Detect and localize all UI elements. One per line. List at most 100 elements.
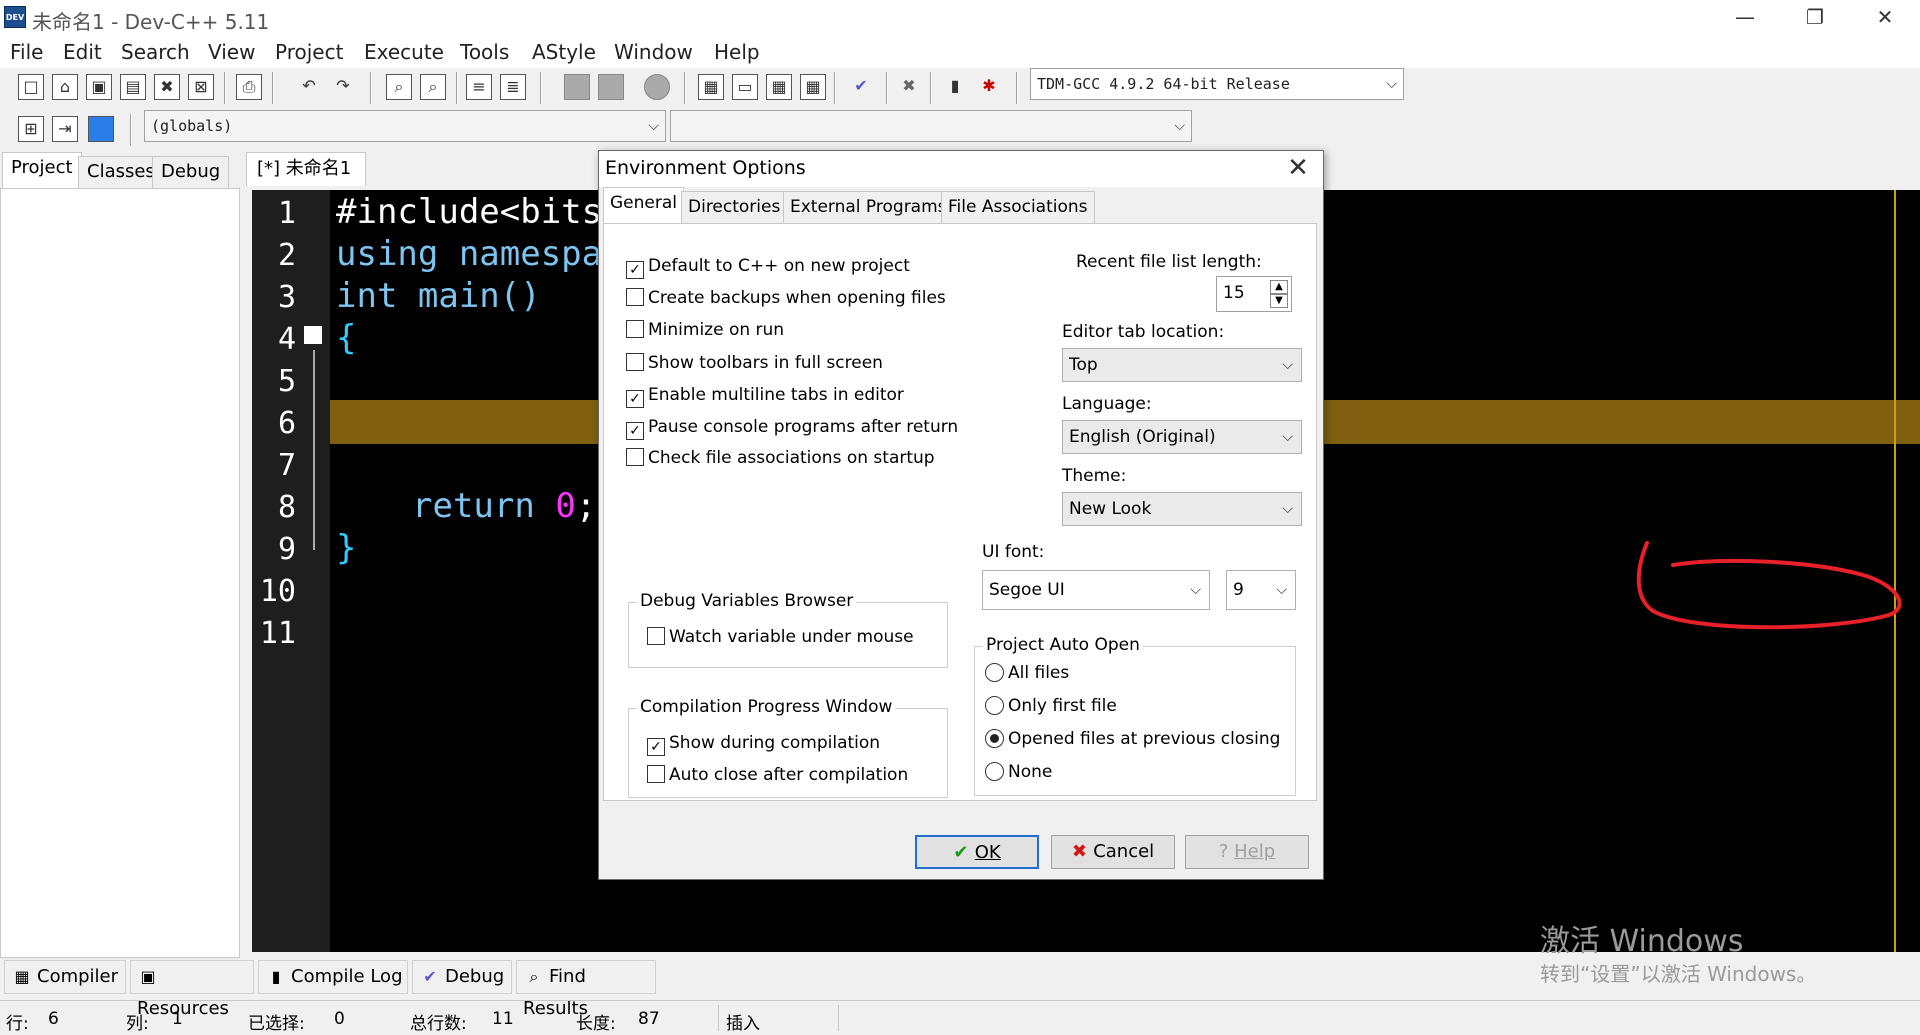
- insert-icon[interactable]: ⊞: [18, 116, 44, 142]
- dialog-close-icon[interactable]: ✕: [1283, 151, 1313, 187]
- tab-classes[interactable]: Classes: [78, 156, 164, 188]
- editor-tab[interactable]: [*] 未命名1: [246, 152, 366, 186]
- rebuild-icon[interactable]: ▦: [800, 74, 826, 100]
- checkbox-label: Watch variable under mouse: [669, 627, 914, 647]
- fold-toggle-icon[interactable]: [304, 326, 322, 344]
- auto-open-none-radio[interactable]: None: [985, 760, 1052, 786]
- toggle-bookmark-icon[interactable]: ⇥: [52, 116, 78, 142]
- menu-project[interactable]: Project: [275, 40, 343, 64]
- minimize-button[interactable]: —: [1710, 0, 1780, 36]
- help-button[interactable]: ? Help: [1185, 835, 1309, 869]
- compile-run-icon[interactable]: ▦: [766, 74, 792, 100]
- show-toolbars-checkbox[interactable]: Show toolbars in full screen: [626, 351, 883, 377]
- cross-icon: ✖: [1071, 841, 1094, 862]
- check-associations-checkbox[interactable]: Check file associations on startup: [626, 446, 935, 472]
- tab-find-results[interactable]: ⌕ Find Results: [516, 960, 656, 1019]
- menu-edit[interactable]: Edit: [63, 40, 102, 64]
- show-during-compilation-checkbox[interactable]: ✓ Show during compilation: [647, 731, 880, 757]
- open-file-icon[interactable]: ⌂: [52, 74, 78, 100]
- menu-help[interactable]: Help: [714, 40, 760, 64]
- stop-icon[interactable]: ✖: [896, 74, 922, 100]
- theme-select[interactable]: New Look ⌵: [1062, 492, 1302, 526]
- recent-list-spinner[interactable]: 15 ▲ ▼: [1216, 276, 1292, 312]
- spin-up-icon[interactable]: ▲: [1270, 280, 1288, 294]
- check-syntax-icon[interactable]: ✔: [848, 74, 874, 100]
- menu-view[interactable]: View: [208, 40, 255, 64]
- save-icon[interactable]: ▣: [86, 74, 112, 100]
- compiler-select[interactable]: TDM-GCC 4.9.2 64-bit Release ⌵: [1030, 68, 1404, 100]
- save-all-icon[interactable]: ▤: [120, 74, 146, 100]
- new-file-icon[interactable]: □: [18, 74, 44, 100]
- status-bar: 行: 6 列: 1 已选择: 0 总行数: 11 长度: 87 插入: [0, 1000, 1920, 1035]
- close-button[interactable]: ✕: [1850, 0, 1920, 36]
- run-icon[interactable]: ▭: [732, 74, 758, 100]
- find-icon[interactable]: ⌕: [386, 74, 412, 100]
- line-number: 3: [277, 280, 296, 315]
- auto-open-all-radio[interactable]: All files: [985, 661, 1069, 687]
- spin-down-icon[interactable]: ▼: [1270, 294, 1288, 308]
- tab-resources[interactable]: ▣Resources: [130, 960, 254, 1019]
- restore-button[interactable]: ❐: [1780, 0, 1850, 36]
- compile-icon[interactable]: ▦: [698, 74, 724, 100]
- goto-bookmark-icon[interactable]: [88, 116, 114, 142]
- multiline-tabs-checkbox[interactable]: ✓ Enable multiline tabs in editor: [626, 383, 904, 409]
- project-browser[interactable]: [0, 188, 240, 958]
- tab-project[interactable]: Project: [2, 152, 82, 188]
- tab-compiler[interactable]: ▦ Compiler: [4, 960, 126, 994]
- scope-select[interactable]: (globals) ⌵: [144, 110, 666, 142]
- number-literal: 0: [555, 486, 576, 526]
- col-label: 列:: [126, 1014, 149, 1034]
- watch-variable-checkbox[interactable]: Watch variable under mouse: [647, 625, 914, 651]
- checkbox-checked-icon: ✓: [626, 261, 644, 279]
- cancel-button[interactable]: ✖ Cancel: [1051, 835, 1175, 869]
- auto-open-previous-radio[interactable]: Opened files at previous closing: [985, 727, 1280, 753]
- menu-file[interactable]: File: [10, 40, 43, 64]
- goto-forward-icon[interactable]: [598, 74, 624, 100]
- tab-label: Compile Log: [291, 966, 403, 987]
- indent-icon[interactable]: ≡: [466, 74, 492, 100]
- menu-execute[interactable]: Execute: [364, 40, 444, 64]
- language-select[interactable]: English (Original) ⌵: [1062, 420, 1302, 454]
- close-file-icon[interactable]: ✖: [154, 74, 180, 100]
- profile-icon[interactable]: ▮: [942, 74, 968, 100]
- default-cpp-checkbox[interactable]: ✓ Default to C++ on new project: [626, 254, 910, 280]
- close-all-icon[interactable]: ⊠: [188, 74, 214, 100]
- tab-general[interactable]: General: [603, 187, 684, 225]
- tab-external-programs[interactable]: External Programs: [783, 191, 954, 223]
- ok-button[interactable]: ✔ OK: [915, 835, 1039, 869]
- tab-directories[interactable]: Directories: [681, 191, 788, 223]
- print-icon[interactable]: ⎙: [236, 74, 262, 100]
- menu-tools[interactable]: Tools: [460, 40, 509, 64]
- menu-astyle[interactable]: AStyle: [532, 40, 596, 64]
- minimize-on-run-checkbox[interactable]: Minimize on run: [626, 318, 784, 344]
- radio-label: Opened files at previous closing: [1008, 729, 1281, 749]
- create-backups-checkbox[interactable]: Create backups when opening files: [626, 286, 946, 312]
- pause-console-checkbox[interactable]: ✓ Pause console programs after return: [626, 415, 958, 441]
- function-select[interactable]: ⌵: [670, 110, 1192, 142]
- replace-icon[interactable]: ⌕: [420, 74, 446, 100]
- bookmark-icon[interactable]: [644, 74, 670, 100]
- tab-file-associations[interactable]: File Associations: [941, 191, 1095, 223]
- undo-icon[interactable]: ↶: [296, 74, 322, 100]
- tab-debug[interactable]: Debug: [152, 156, 230, 188]
- left-panel-tabs: Project Classes Debug: [0, 152, 240, 188]
- goto-back-icon[interactable]: [564, 74, 590, 100]
- auto-open-first-radio[interactable]: Only first file: [985, 694, 1117, 720]
- recent-list-label: Recent file list length:: [1076, 252, 1262, 272]
- tab-compile-log[interactable]: ▮ Compile Log: [258, 960, 408, 994]
- ui-font-select[interactable]: Segoe UI ⌵: [982, 570, 1210, 610]
- unindent-icon[interactable]: ≣: [500, 74, 526, 100]
- menu-window[interactable]: Window: [614, 40, 693, 64]
- ui-font-size-select[interactable]: 9 ⌵: [1226, 570, 1296, 610]
- delete-profile-icon[interactable]: ✱: [976, 74, 1002, 100]
- menu-search[interactable]: Search: [121, 40, 190, 64]
- total-lines-label: 总行数:: [410, 1014, 467, 1034]
- redo-icon[interactable]: ↷: [330, 74, 356, 100]
- debug-group-title: Debug Variables Browser: [637, 591, 857, 611]
- auto-close-checkbox[interactable]: Auto close after compilation: [647, 763, 908, 789]
- tab-location-select[interactable]: Top ⌵: [1062, 348, 1302, 382]
- col-value: 1: [172, 1009, 183, 1029]
- tab-debug-output[interactable]: ✔ Debug: [412, 960, 512, 994]
- line-number: 6: [277, 406, 296, 441]
- chevron-down-icon: ⌵: [1282, 501, 1293, 517]
